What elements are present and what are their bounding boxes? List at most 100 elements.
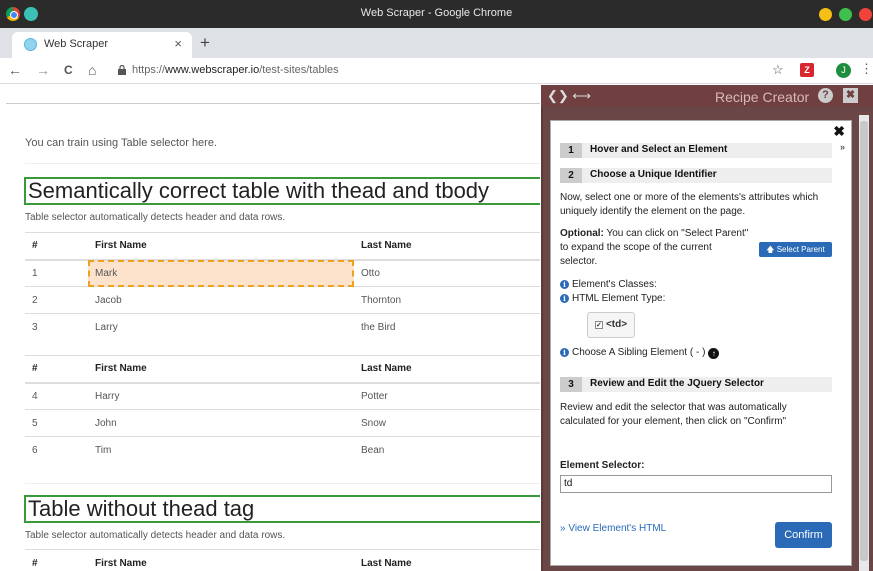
table-no-thead: # First Name Last Name [25,549,540,571]
step-2-header: 2 Choose a Unique Identifier [560,168,832,183]
checkbox-checked-icon[interactable]: ✓ [594,321,603,329]
step-label: Hover and Select an Element [590,144,728,155]
table-semantic: # First Name Last Name 1 Mark Otto 2 Jac… [25,232,540,341]
select-parent-button[interactable]: 🡅 Select Parent [759,242,832,257]
page-content: You can train using Table selector here.… [0,85,540,571]
scrollbar-thumb[interactable] [860,121,868,561]
table-row[interactable]: 4 Harry Potter [25,382,540,410]
step-2-description: Now, select one or more of the elements'… [560,192,819,217]
scrollbar[interactable] [859,115,869,571]
url-text: https://www.webscraper.io/test-sites/tab… [132,64,339,76]
table-cell[interactable]: Potter [354,382,540,410]
expand-chevron-icon[interactable]: » [840,142,845,152]
table-row[interactable]: 1 Mark Otto [25,259,540,287]
recipe-creator-header: ❮❯ ⟷ Recipe Creator ? ✖ [541,85,873,107]
step-number: 1 [560,143,582,158]
column-header: Last Name [354,232,540,261]
table-cell[interactable]: 6 [25,436,88,464]
section-subtext: Table selector automatically detects hea… [25,530,286,541]
table-cell[interactable]: 3 [25,313,88,341]
panel-nav-icons[interactable]: ❮❯ ⟷ [547,88,591,104]
table-row[interactable]: 2 Jacob Thornton [25,286,540,314]
tab-close-icon[interactable]: × [174,36,182,51]
view-element-html-link[interactable]: » View Element's HTML [560,523,666,534]
divider [25,163,540,164]
new-tab-button[interactable]: + [200,33,210,53]
table-cell[interactable]: 5 [25,409,88,437]
dialog-close-icon[interactable]: ✖ [833,123,845,140]
info-icon: i [560,280,569,289]
forward-button[interactable]: → [36,62,50,78]
url-field[interactable]: https://www.webscraper.io/test-sites/tab… [110,61,770,81]
table-row[interactable]: 5 John Snow [25,409,540,437]
intro-text: You can train using Table selector here. [25,137,218,149]
divider [25,483,540,484]
table-cell[interactable]: John [88,409,354,437]
table-cell[interactable]: Otto [354,259,540,287]
table-cell[interactable]: Tim [88,436,354,464]
table-cell[interactable]: Jacob [88,286,354,314]
divider [6,103,540,104]
step-label: Choose a Unique Identifier [590,169,717,180]
extension-icon[interactable]: Z [800,63,814,77]
tab-web-scraper[interactable]: Web Scraper × [12,32,192,58]
section-subtext: Table selector automatically detects hea… [25,212,286,223]
table-row[interactable]: 3 Larry the Bird [25,313,540,341]
table-header-row: # First Name Last Name [25,232,540,261]
table-cell[interactable]: 1 [25,259,88,287]
element-type-label: i HTML Element Type: [560,292,665,306]
step-label: Review and Edit the JQuery Selector [590,378,764,389]
bookmark-star-icon[interactable]: ☆ [772,62,784,78]
section-heading-no-thead: Table without thead tag [24,495,540,523]
table-cell[interactable]: Bean [354,436,540,464]
column-header: Last Name [354,355,540,384]
table-cell[interactable]: Larry [88,313,354,341]
table-header-row: # First Name Last Name [25,549,540,571]
selected-table-cell[interactable]: Mark [88,259,354,287]
column-header: # [25,355,88,384]
tab-strip: Web Scraper × + [0,28,873,58]
home-button[interactable]: ⌂ [88,62,96,78]
element-type-option[interactable]: ✓ <td> [587,312,635,338]
maximize-button[interactable] [839,8,852,21]
element-selector-label: Element Selector: [560,460,645,471]
column-header: First Name [88,549,354,571]
minimize-button[interactable] [819,8,832,21]
table-cell[interactable]: 2 [25,286,88,314]
table-cell[interactable]: 4 [25,382,88,410]
table-cell[interactable]: Thornton [354,286,540,314]
reload-button[interactable]: C [64,63,73,77]
table-cell[interactable]: the Bird [354,313,540,341]
element-classes-label: i Element's Classes: [560,278,657,292]
table-semantic-2: # First Name Last Name 4 Harry Potter 5 … [25,355,540,464]
chrome-menu-icon[interactable]: ⋮ [860,61,873,77]
column-header: First Name [88,355,354,384]
step-3-description: Review and edit the selector that was au… [560,402,787,427]
arrow-up-icon: 🡅 [766,245,777,254]
sibling-element-label[interactable]: i Choose A Sibling Element ( - ) ↑ [560,346,720,360]
window-title: Web Scraper - Google Chrome [360,7,513,19]
close-window-button[interactable] [859,8,872,21]
arrow-up-circle-icon[interactable]: ↑ [708,348,720,359]
profile-avatar[interactable]: J [836,63,851,78]
column-header: First Name [88,232,354,261]
step-number: 3 [560,377,582,392]
step-1-header[interactable]: 1 Hover and Select an Element » [560,142,845,158]
help-icon[interactable]: ? [818,88,833,103]
info-icon: i [560,294,569,303]
confirm-button[interactable]: Confirm [775,522,832,548]
selector-dialog: ✖ 1 Hover and Select an Element » 2 Choo… [550,120,852,566]
lock-icon [118,65,126,75]
column-header: # [25,549,88,571]
section-heading-semantic: Semantically correct table with thead an… [24,177,540,205]
recipe-creator-panel: ❮❯ ⟷ Recipe Creator ? ✖ ✖ 1 Hover and Se… [541,85,873,571]
favicon-icon [24,38,37,51]
table-cell[interactable]: Snow [354,409,540,437]
table-row[interactable]: 6 Tim Bean [25,436,540,464]
step-3-header: 3 Review and Edit the JQuery Selector [560,377,832,392]
close-panel-icon[interactable]: ✖ [843,88,858,103]
column-header: # [25,232,88,261]
element-selector-input[interactable]: td [560,475,832,493]
table-cell[interactable]: Harry [88,382,354,410]
back-button[interactable]: ← [8,62,22,78]
